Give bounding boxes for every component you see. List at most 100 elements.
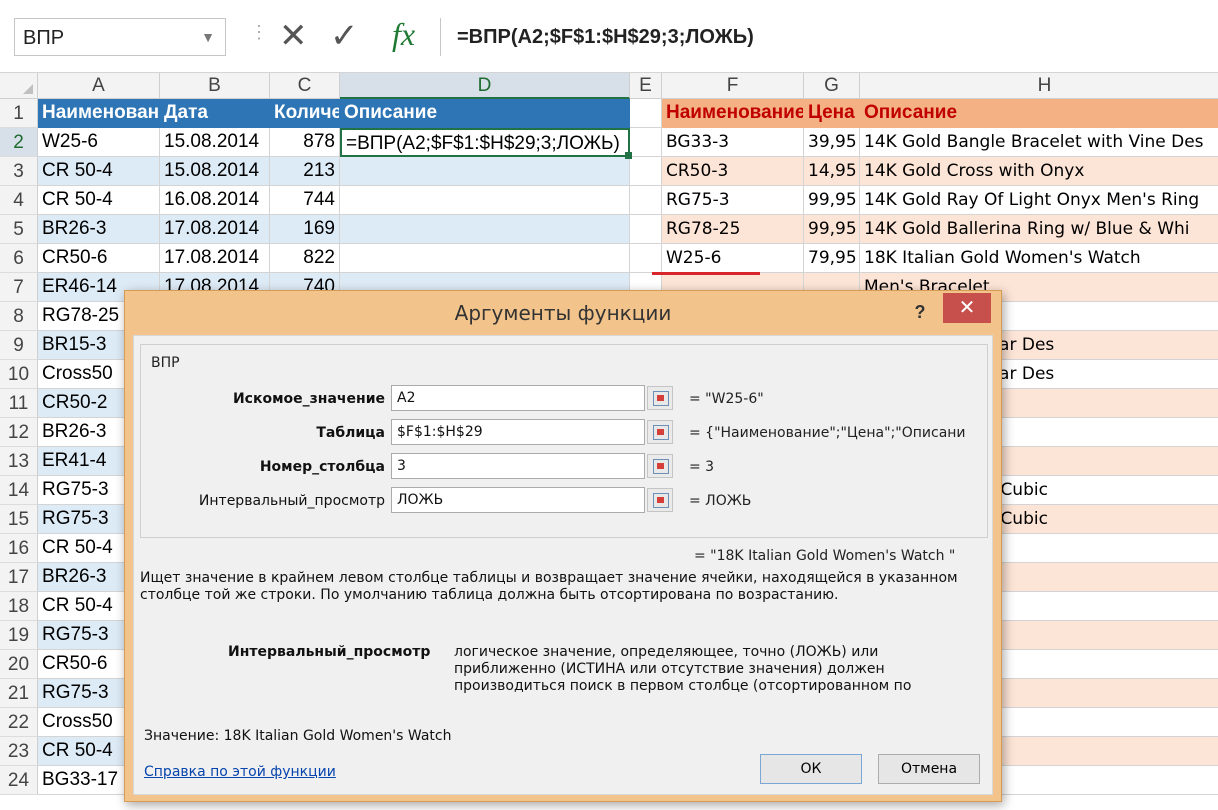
row-header[interactable]: 23 xyxy=(0,737,38,766)
table-cell[interactable]: CR50-6 xyxy=(38,244,160,273)
row-header[interactable]: 18 xyxy=(0,592,38,621)
row-header[interactable]: 2 xyxy=(0,128,38,157)
ok-button[interactable]: ОК xyxy=(760,754,862,784)
insert-function-icon[interactable]: fx xyxy=(392,14,415,54)
column-header-h[interactable]: H xyxy=(860,73,1218,99)
table-cell[interactable] xyxy=(630,215,662,244)
table-cell[interactable]: CR50-3 xyxy=(662,157,804,186)
row-header[interactable]: 6 xyxy=(0,244,38,273)
table-cell[interactable]: 99,95 xyxy=(804,215,860,244)
close-button[interactable]: ✕ xyxy=(943,293,991,323)
row-header[interactable]: 11 xyxy=(0,389,38,418)
row-header[interactable]: 7 xyxy=(0,273,38,302)
table-cell[interactable]: 14,95 xyxy=(804,157,860,186)
table-cell[interactable]: =ВПР(A2;$F$1:$H$29;3;ЛОЖЬ) xyxy=(340,128,630,157)
table-cell[interactable]: BG33-3 xyxy=(662,128,804,157)
header-cell[interactable]: Наименование xyxy=(38,99,160,128)
column-header-d[interactable]: D xyxy=(340,73,630,99)
table-cell[interactable]: CR 50-4 xyxy=(38,157,160,186)
formula-input[interactable]: =ВПР(A2;$F$1:$H$29;3;ЛОЖЬ) xyxy=(440,18,1218,56)
table-cell[interactable]: 17.08.2014 xyxy=(160,215,270,244)
table-cell[interactable]: 14K Gold Cross with Onyx xyxy=(860,157,1218,186)
arg-input-col-index[interactable]: 3 xyxy=(391,453,645,479)
row-header[interactable]: 1 xyxy=(0,99,38,128)
header-cell[interactable]: Наименование xyxy=(662,99,804,128)
column-header-g[interactable]: G xyxy=(804,73,860,99)
range-select-icon[interactable] xyxy=(647,454,673,478)
table-cell[interactable] xyxy=(630,244,662,273)
table-cell[interactable]: 16.08.2014 xyxy=(160,186,270,215)
row-header[interactable]: 10 xyxy=(0,360,38,389)
table-cell[interactable] xyxy=(340,215,630,244)
table-cell[interactable]: 878 xyxy=(270,128,340,157)
table-cell[interactable]: 18K Italian Gold Women's Watch xyxy=(860,244,1218,273)
arg-input-lookup-value[interactable]: A2 xyxy=(391,385,645,411)
fill-handle[interactable] xyxy=(625,152,632,159)
table-cell[interactable]: 14K Gold Bangle Bracelet with Vine Des xyxy=(860,128,1218,157)
table-cell[interactable]: 99,95 xyxy=(804,186,860,215)
range-select-icon[interactable] xyxy=(647,420,673,444)
help-icon[interactable]: ? xyxy=(905,297,935,327)
table-cell[interactable]: 79,95 xyxy=(804,244,860,273)
table-cell[interactable] xyxy=(340,157,630,186)
chevron-down-icon[interactable]: ▼ xyxy=(201,29,215,45)
row-header[interactable]: 14 xyxy=(0,476,38,505)
select-all-corner[interactable] xyxy=(0,73,38,99)
table-cell[interactable]: 744 xyxy=(270,186,340,215)
header-cell[interactable]: Цена xyxy=(804,99,860,128)
row-header[interactable]: 5 xyxy=(0,215,38,244)
table-cell[interactable]: 822 xyxy=(270,244,340,273)
table-cell[interactable]: BR26-3 xyxy=(38,215,160,244)
dialog-title[interactable]: Аргументы функции xyxy=(125,291,1001,335)
table-cell[interactable]: W25-6 xyxy=(38,128,160,157)
row-header[interactable]: 20 xyxy=(0,650,38,679)
column-header-b[interactable]: B xyxy=(160,73,270,99)
table-cell[interactable]: 15.08.2014 xyxy=(160,128,270,157)
range-select-icon[interactable] xyxy=(647,386,673,410)
row-header[interactable]: 17 xyxy=(0,563,38,592)
table-cell[interactable] xyxy=(340,244,630,273)
help-link[interactable]: Справка по этой функции xyxy=(144,764,336,780)
row-header[interactable]: 3 xyxy=(0,157,38,186)
drag-handle-icon[interactable]: ⋮ xyxy=(250,22,268,43)
row-header[interactable]: 16 xyxy=(0,534,38,563)
header-cell[interactable]: Дата xyxy=(160,99,270,128)
table-cell[interactable]: 213 xyxy=(270,157,340,186)
row-header[interactable]: 12 xyxy=(0,418,38,447)
table-cell[interactable]: 14K Gold Ray Of Light Onyx Men's Ring xyxy=(860,186,1218,215)
row-header[interactable]: 8 xyxy=(0,302,38,331)
table-cell[interactable]: 14K Gold Ballerina Ring w/ Blue & Whi xyxy=(860,215,1218,244)
table-cell[interactable] xyxy=(630,157,662,186)
arg-input-range-lookup[interactable]: ЛОЖЬ xyxy=(391,487,645,513)
row-header[interactable]: 9 xyxy=(0,331,38,360)
checkmark-icon[interactable]: ✓ xyxy=(330,16,359,56)
table-cell[interactable] xyxy=(630,186,662,215)
range-select-icon[interactable] xyxy=(647,488,673,512)
row-header[interactable]: 21 xyxy=(0,679,38,708)
cancel-button[interactable]: Отмена xyxy=(878,754,980,784)
header-cell[interactable] xyxy=(630,99,662,128)
row-header[interactable]: 22 xyxy=(0,708,38,737)
column-header-e[interactable]: E xyxy=(630,73,662,99)
cancel-icon[interactable]: ✕ xyxy=(279,16,308,56)
table-cell[interactable]: RG75-3 xyxy=(662,186,804,215)
row-header[interactable]: 4 xyxy=(0,186,38,215)
row-header[interactable]: 15 xyxy=(0,505,38,534)
table-cell[interactable] xyxy=(630,128,662,157)
header-cell[interactable]: Описание xyxy=(340,99,630,128)
header-cell[interactable]: Описание xyxy=(860,99,1218,128)
header-cell[interactable]: Количество xyxy=(270,99,340,128)
column-header-f[interactable]: F xyxy=(662,73,804,99)
column-header-c[interactable]: C xyxy=(270,73,340,99)
table-cell[interactable] xyxy=(340,186,630,215)
row-header[interactable]: 19 xyxy=(0,621,38,650)
name-box[interactable]: ВПР ▼ xyxy=(14,18,226,56)
row-header[interactable]: 24 xyxy=(0,766,38,795)
table-cell[interactable]: 169 xyxy=(270,215,340,244)
column-header-a[interactable]: A xyxy=(38,73,160,99)
table-cell[interactable]: CR 50-4 xyxy=(38,186,160,215)
table-cell[interactable]: 39,95 xyxy=(804,128,860,157)
table-cell[interactable]: W25-6 xyxy=(662,244,804,273)
table-cell[interactable]: RG78-25 xyxy=(662,215,804,244)
arg-input-table[interactable]: $F$1:$H$29 xyxy=(391,419,645,445)
